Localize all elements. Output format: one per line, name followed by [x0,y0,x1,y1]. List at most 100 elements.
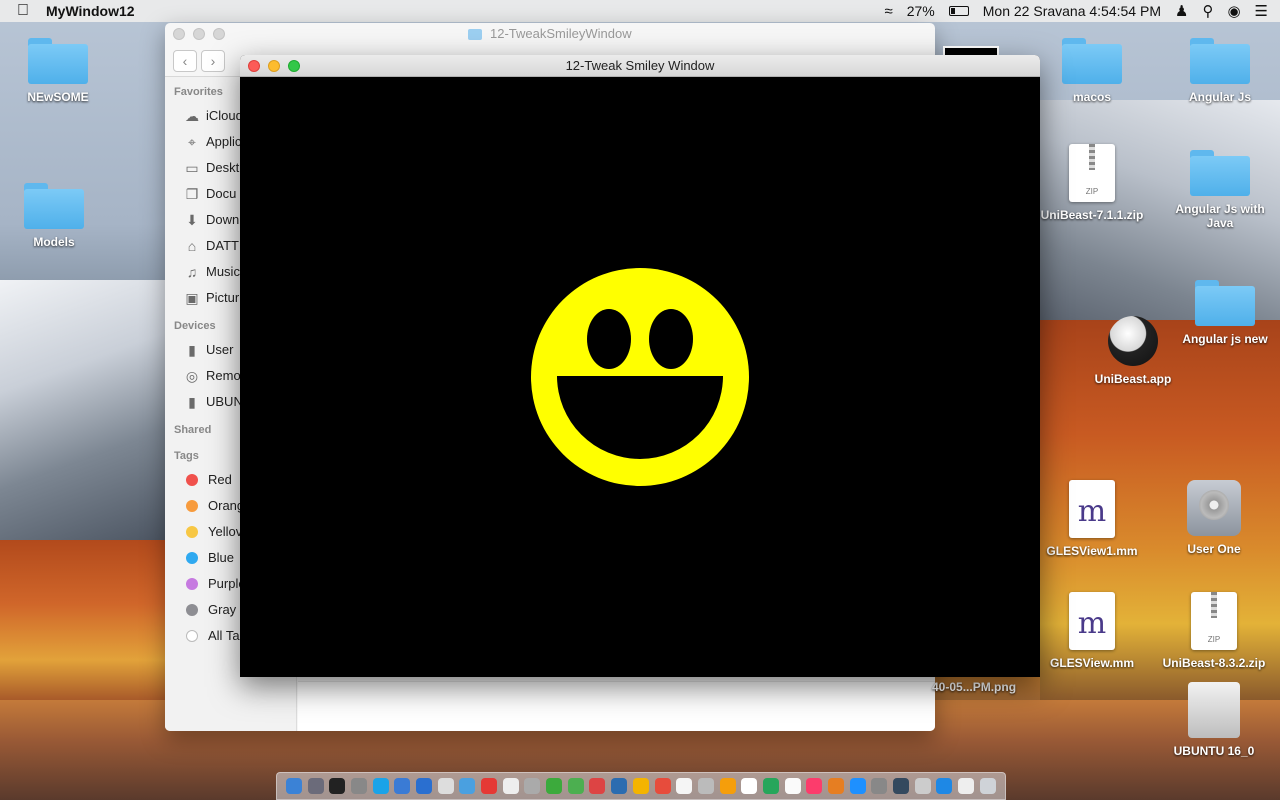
smiley-window-titlebar[interactable]: 12-Tweak Smiley Window [240,55,1040,77]
skype-dock-icon[interactable] [372,778,389,794]
itunes-dock-icon[interactable] [806,778,823,794]
app-dock-icon-3[interactable] [697,778,714,794]
calendar-dock-icon[interactable] [502,778,519,794]
launchpad-dock-icon[interactable] [307,778,324,794]
desktop-item-label: GLESView1.mm [1046,544,1138,558]
desktop-folder-angular-js[interactable]: Angular Js [1165,38,1275,104]
sidebar-item-label: Orang [208,498,245,513]
battery-icon[interactable] [948,6,969,16]
tag-color-dot [186,578,198,590]
desktop-item-label: UniBeast-7.1.1.zip [1040,208,1144,222]
app-store-dock-icon[interactable] [849,778,866,794]
safari-dock-icon[interactable] [394,778,411,794]
desktop-item-label: UniBeast-8.3.2.zip [1162,656,1266,670]
finder-titlebar[interactable]: 12-TweakSmileyWindow [165,23,935,45]
minimize-button[interactable] [268,60,280,72]
notes-dock-icon[interactable] [437,778,454,794]
system-preferences-dock-icon[interactable] [871,778,888,794]
trash-dock-icon[interactable] [979,778,996,794]
textedit-dock-icon[interactable] [676,778,693,794]
rocket-dock-icon[interactable] [350,778,367,794]
desktop-file-unibeast-zip-1[interactable]: ZIP UniBeast-7.1.1.zip [1037,144,1147,222]
tag-color-dot [186,630,198,642]
desktop-folder-macos[interactable]: macos [1037,38,1147,104]
zip-file-icon: ZIP [1069,144,1115,202]
downloads-dock-icon[interactable] [958,778,975,794]
desktop-file-screenshot[interactable]: 40-05...PM.png [932,680,1016,694]
disc-icon: ◎ [185,368,199,384]
desktop-folder-models[interactable]: Models [0,183,109,249]
desktop-file-unibeast-zip-2[interactable]: ZIP UniBeast-8.3.2.zip [1159,592,1269,670]
app-dock-icon[interactable] [567,778,584,794]
applications-icon: ⌖ [188,134,196,150]
sidebar-item-label: Remo [206,368,241,383]
desktop-icon: ▭ [185,160,199,176]
zoom-button[interactable] [288,60,300,72]
wallpaper-autumn-left [0,540,170,700]
clock[interactable]: Mon 22 Sravana 4:54:54 PM [983,3,1161,19]
desktop-item-label: NEwSOME [27,90,89,104]
notification-center-icon[interactable]: ☰ [1255,2,1268,20]
music-icon: ♫ [186,264,198,280]
sidebar-item-label: Deskt [206,160,240,175]
app-dock-icon-5[interactable] [893,778,910,794]
preview-dock-icon[interactable] [459,778,476,794]
tag-color-dot [186,500,198,512]
drive-icon: ▮ [188,394,196,410]
app-dock-icon-2[interactable] [589,778,606,794]
cloud-icon: ☁ [185,108,199,124]
wifi-icon[interactable]: ≈ [885,3,893,20]
finder-content-area[interactable] [298,681,935,731]
sidebar-item-label: UBUN [206,394,243,409]
app-dock-icon-7[interactable] [936,778,953,794]
close-button[interactable] [248,60,260,72]
photo-booth-dock-icon[interactable] [654,778,671,794]
apple-menu-icon[interactable]:  [0,2,46,20]
mm-file-icon: m [1069,480,1115,538]
facetime-dock-icon[interactable] [762,778,779,794]
wallpaper-mountain-left [0,280,170,540]
download-icon: ⬇ [186,212,198,228]
desktop-folder-angular-js-java[interactable]: Angular Js with Java [1165,150,1275,230]
desktop-file-glesview[interactable]: m GLESView.mm [1037,592,1147,670]
home-icon: ⌂ [187,238,197,254]
tag-color-dot [186,552,198,564]
terminal-dock-icon[interactable] [329,778,346,794]
desktop-file-glesview1[interactable]: m GLESView1.mm [1037,480,1147,558]
smiley-window[interactable]: 12-Tweak Smiley Window [240,55,1040,677]
finder-title: 12-TweakSmileyWindow [490,26,632,41]
siri-icon[interactable]: ◉ [1227,2,1240,20]
close-button[interactable] [173,28,185,40]
app-dock-icon-6[interactable] [914,778,931,794]
desktop-folder-angular-js-new[interactable]: Angular js new [1170,280,1280,346]
menubar:  MyWindow12 ≈ 27% Mon 22 Sravana 4:54:5… [0,0,1280,22]
ibooks-dock-icon[interactable] [828,778,845,794]
forward-button[interactable]: › [201,49,225,72]
mm-file-icon: m [1069,592,1115,650]
desktop-item-label: Angular js new [1182,332,1268,346]
battery-percent[interactable]: 27% [907,3,935,19]
desktop-drive-ubuntu[interactable]: UBUNTU 16_0 [1159,682,1269,758]
desktop-folder-newsome[interactable]: NEwSOME [3,38,113,104]
minimize-button[interactable] [193,28,205,40]
utorrent-dock-icon[interactable] [546,778,563,794]
desktop-item-label: Models [33,235,75,249]
desktop-item-label: GLESView.mm [1049,656,1135,670]
word-dock-icon[interactable] [611,778,628,794]
zoom-button[interactable] [213,28,225,40]
desktop-drive-user-one[interactable]: User One [1159,480,1269,556]
smiley-face-graphic [531,268,749,486]
opengl-canvas[interactable] [240,77,1040,677]
app-menu-name[interactable]: MyWindow12 [46,3,135,19]
document-dock-icon[interactable] [741,778,758,794]
youtube-dock-icon[interactable] [481,778,498,794]
photos-dock-icon[interactable] [719,778,736,794]
user-icon[interactable]: ♟ [1175,2,1188,20]
finder-dock-icon[interactable] [285,778,302,794]
spotlight-search-icon[interactable]: ⚲ [1202,2,1213,20]
xcode-dock-icon[interactable] [415,778,432,794]
chrome-dock-icon[interactable] [632,778,649,794]
app-dock-icon-4[interactable] [784,778,801,794]
script-dock-icon[interactable] [524,778,541,794]
back-button[interactable]: ‹ [173,49,197,72]
